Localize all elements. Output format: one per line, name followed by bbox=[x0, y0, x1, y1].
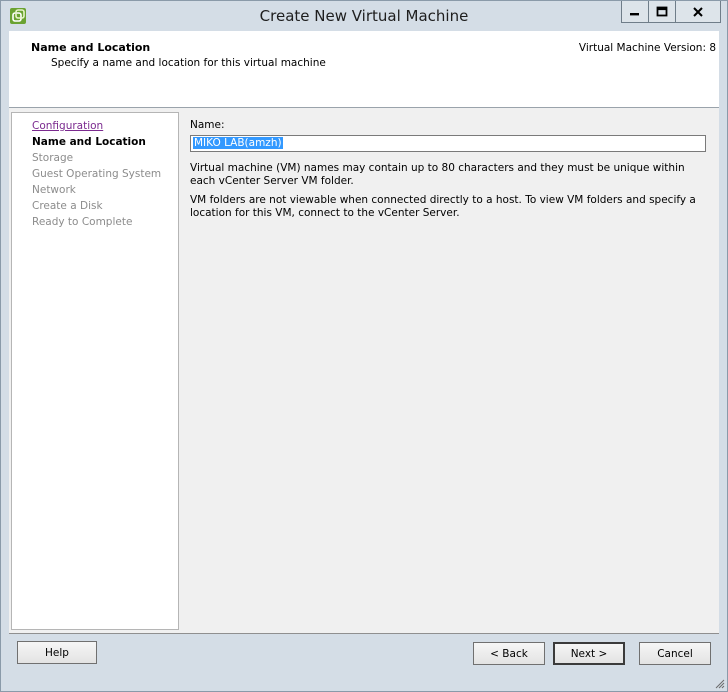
help-button[interactable]: Help bbox=[17, 641, 97, 664]
step-ready-to-complete: Ready to Complete bbox=[32, 216, 133, 228]
step-name-and-location: Name and Location bbox=[32, 136, 146, 148]
step-heading: Name and Location bbox=[31, 41, 151, 54]
vm-name-help-text: Virtual machine (VM) names may contain u… bbox=[190, 162, 685, 187]
step-create-a-disk: Create a Disk bbox=[32, 200, 103, 212]
resize-grip-icon[interactable] bbox=[713, 677, 725, 689]
step-guest-operating-system: Guest Operating System bbox=[32, 168, 162, 180]
maximize-button[interactable] bbox=[648, 1, 676, 23]
vm-name-value: MIKO LAB(amzh) bbox=[193, 137, 283, 149]
step-storage: Storage bbox=[32, 152, 74, 164]
wizard-header: Name and Location Specify a name and loc… bbox=[9, 31, 719, 108]
title-bar[interactable]: Create New Virtual Machine bbox=[1, 1, 727, 31]
window-controls bbox=[621, 1, 721, 23]
vm-version-label: Virtual Machine Version: 8 bbox=[578, 42, 716, 54]
step-description: Specify a name and location for this vir… bbox=[51, 57, 326, 69]
vm-folder-help-text: VM folders are not viewable when connect… bbox=[190, 194, 696, 219]
wizard-steps-list: Configuration Name and Location Storage … bbox=[11, 112, 179, 630]
close-icon bbox=[693, 6, 703, 17]
close-button[interactable] bbox=[675, 1, 721, 23]
dialog-window: Create New Virtual Machine Name and Loca… bbox=[0, 0, 728, 692]
step-network: Network bbox=[32, 184, 76, 196]
cancel-button[interactable]: Cancel bbox=[639, 642, 711, 665]
next-button[interactable]: Next > bbox=[553, 642, 625, 665]
back-button[interactable]: < Back bbox=[473, 642, 545, 665]
minimize-icon bbox=[630, 12, 639, 15]
maximize-icon bbox=[656, 6, 668, 16]
vm-name-label: Name: bbox=[190, 119, 225, 131]
minimize-button[interactable] bbox=[621, 1, 649, 23]
wizard-body: Configuration Name and Location Storage … bbox=[9, 108, 719, 634]
step-configuration[interactable]: Configuration bbox=[32, 120, 103, 132]
name-location-panel: Name: MIKO LAB(amzh) Virtual machine (VM… bbox=[181, 112, 719, 628]
window-title: Create New Virtual Machine bbox=[259, 7, 469, 25]
vm-name-input[interactable]: MIKO LAB(amzh) bbox=[190, 135, 706, 152]
